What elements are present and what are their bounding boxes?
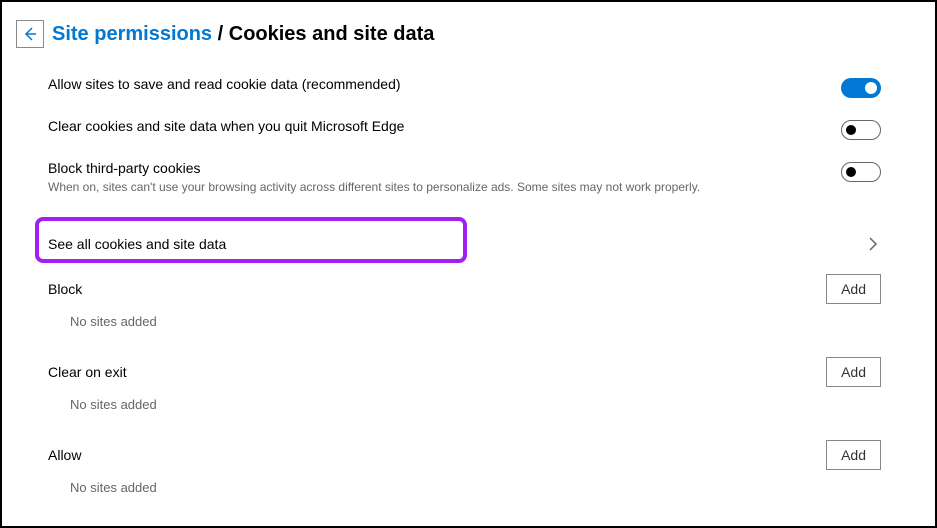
back-button[interactable]: [16, 20, 44, 48]
allow-section: Allow Add No sites added: [48, 440, 881, 495]
setting-title: Allow sites to save and read cookie data…: [48, 76, 841, 92]
breadcrumb-current: Cookies and site data: [229, 23, 435, 45]
setting-label: Allow sites to save and read cookie data…: [48, 76, 841, 92]
see-all-cookies-link[interactable]: See all cookies and site data: [48, 232, 881, 256]
allow-header: Allow Add: [48, 440, 881, 470]
allow-empty-text: No sites added: [70, 480, 881, 495]
setting-block-third-party: Block third-party cookies When on, sites…: [48, 160, 881, 194]
see-all-label: See all cookies and site data: [48, 236, 226, 252]
add-block-button[interactable]: Add: [826, 274, 881, 304]
allow-title: Allow: [48, 447, 81, 463]
clear-on-exit-empty-text: No sites added: [70, 397, 881, 412]
setting-title: Clear cookies and site data when you qui…: [48, 118, 841, 134]
block-header: Block Add: [48, 274, 881, 304]
add-clear-on-exit-button[interactable]: Add: [826, 357, 881, 387]
breadcrumb: Site permissions / Cookies and site data: [52, 23, 434, 46]
setting-label: Block third-party cookies When on, sites…: [48, 160, 841, 194]
add-allow-button[interactable]: Add: [826, 440, 881, 470]
block-section: Block Add No sites added: [48, 274, 881, 329]
setting-clear-on-quit: Clear cookies and site data when you qui…: [48, 118, 881, 140]
setting-label: Clear cookies and site data when you qui…: [48, 118, 841, 134]
setting-allow-cookies: Allow sites to save and read cookie data…: [48, 76, 881, 98]
setting-description: When on, sites can't use your browsing a…: [48, 180, 841, 194]
arrow-left-icon: [22, 26, 38, 42]
breadcrumb-separator: /: [218, 23, 224, 45]
breadcrumb-parent-link[interactable]: Site permissions: [52, 23, 212, 45]
toggle-clear-on-quit[interactable]: [841, 120, 881, 140]
clear-on-exit-title: Clear on exit: [48, 364, 127, 380]
clear-on-exit-header: Clear on exit Add: [48, 357, 881, 387]
header: Site permissions / Cookies and site data: [16, 20, 917, 48]
content-area: Allow sites to save and read cookie data…: [16, 76, 917, 495]
chevron-right-icon: [865, 236, 881, 252]
clear-on-exit-section: Clear on exit Add No sites added: [48, 357, 881, 412]
toggle-allow-cookies[interactable]: [841, 78, 881, 98]
toggle-block-third-party[interactable]: [841, 162, 881, 182]
block-empty-text: No sites added: [70, 314, 881, 329]
block-title: Block: [48, 281, 82, 297]
setting-title: Block third-party cookies: [48, 160, 841, 176]
